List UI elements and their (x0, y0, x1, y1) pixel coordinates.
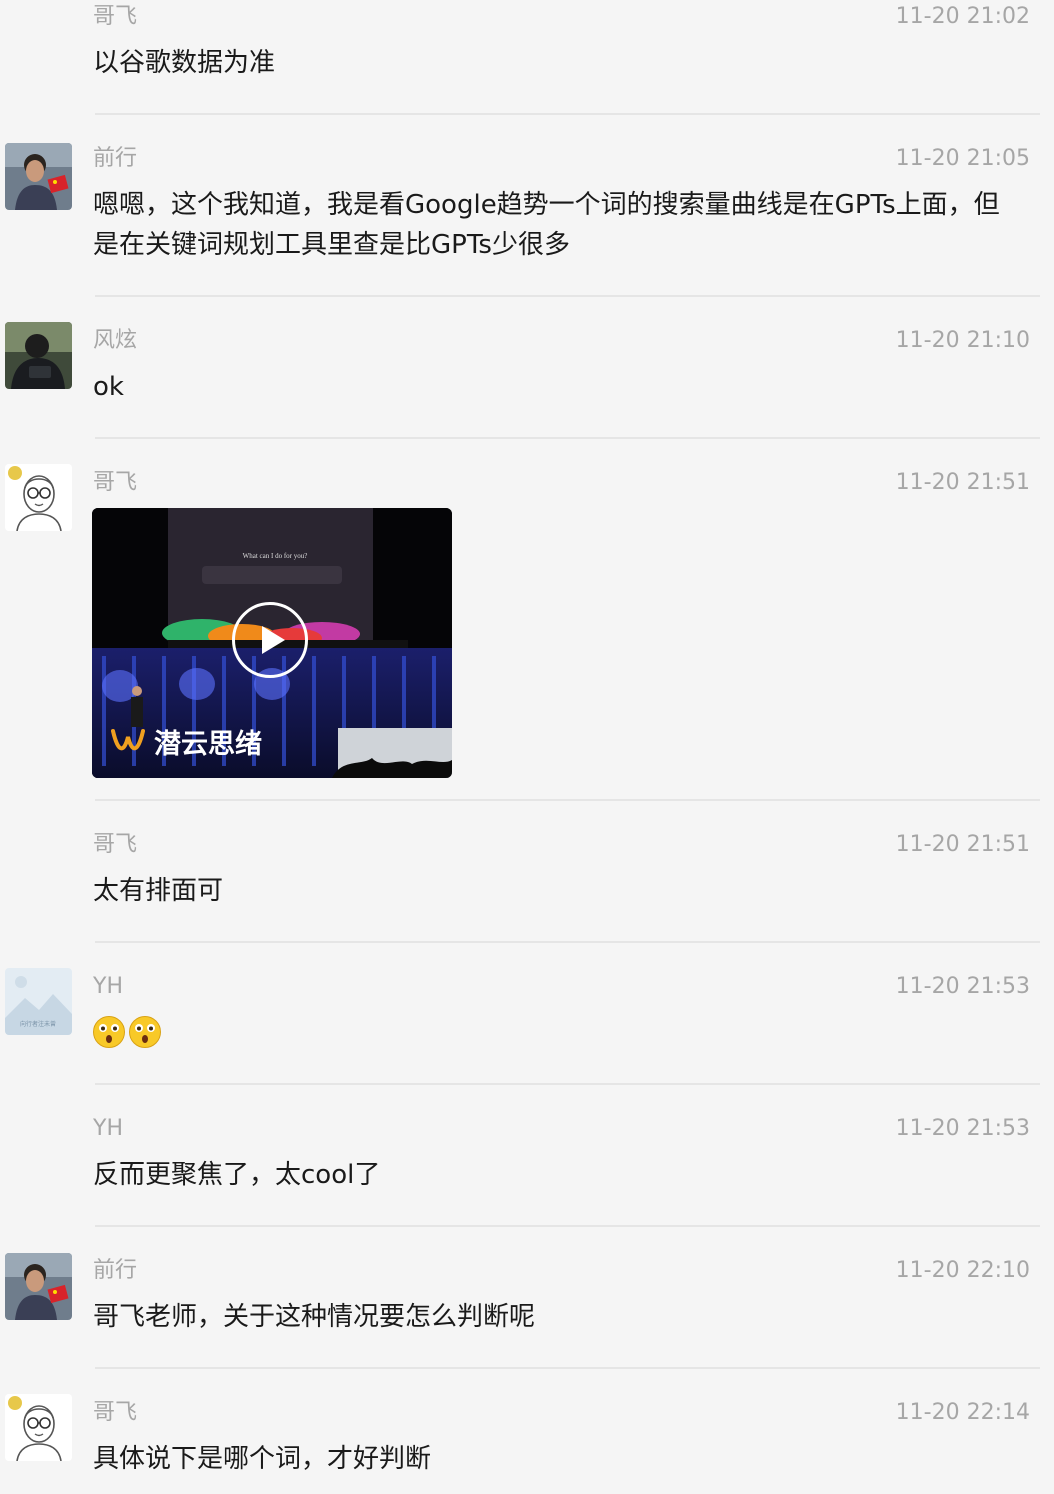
message-text[interactable]: 哥飞老师，关于这种情况要怎么判断呢 (93, 1297, 1013, 1337)
message-text[interactable]: 反而更聚焦了，太cool了 (93, 1155, 1013, 1195)
video-watermark-text: 潜云思绪 (154, 729, 262, 760)
message-time: 11-20 21:02 (895, 4, 1030, 29)
message-divider (95, 1083, 1040, 1085)
message-text[interactable]: 具体说下是哪个词，才好判断 (93, 1439, 1013, 1479)
sender-name[interactable]: YH (93, 973, 123, 1001)
astonished-face-icon (129, 1016, 161, 1048)
message-time: 11-20 22:10 (895, 1258, 1030, 1283)
message-text[interactable]: 太有排面可 (93, 871, 1013, 911)
avatar[interactable]: 向行者注未曾 (5, 968, 72, 1035)
message-time: 11-20 21:53 (895, 974, 1030, 999)
message-time: 11-20 21:05 (895, 146, 1030, 171)
message-time: 11-20 22:14 (895, 1400, 1030, 1425)
message-text[interactable]: 嗯嗯，这个我知道，我是看Google趋势一个词的搜索量曲线是在GPTs上面，但是… (93, 185, 1013, 265)
message-time: 11-20 21:53 (895, 1116, 1030, 1141)
video-watermark: 潜云思绪 (110, 722, 262, 761)
message-divider (95, 1225, 1040, 1227)
message-divider (95, 437, 1040, 439)
message-divider (95, 295, 1040, 297)
message-divider (95, 941, 1040, 943)
message-divider (95, 1367, 1040, 1369)
watermark-logo-icon (111, 728, 145, 750)
avatar[interactable] (5, 322, 72, 389)
sender-name[interactable]: YH (93, 1115, 123, 1143)
message-text[interactable]: 以谷歌数据为准 (93, 43, 1013, 83)
avatar[interactable] (5, 1253, 72, 1320)
astonished-face-icon (93, 1016, 125, 1048)
message-text[interactable]: ok (93, 367, 1013, 407)
sender-name[interactable]: 前行 (93, 145, 137, 173)
video-thumbnail[interactable]: What can I do for you? 潜云思绪 (92, 508, 452, 778)
sender-name[interactable]: 哥飞 (93, 1399, 137, 1427)
avatar[interactable] (5, 143, 72, 210)
message-time: 11-20 21:51 (895, 832, 1030, 857)
avatar[interactable] (5, 464, 72, 531)
sender-name[interactable]: 风炫 (93, 327, 137, 355)
message-divider (95, 113, 1040, 115)
video-screen-prompt: What can I do for you? (243, 552, 308, 560)
avatar-caption: 向行者注未曾 (20, 1020, 56, 1028)
sender-name[interactable]: 哥飞 (93, 469, 137, 497)
avatar[interactable] (5, 1394, 72, 1461)
sender-name[interactable]: 哥飞 (93, 831, 137, 859)
emoji-row[interactable] (92, 1015, 164, 1049)
message-time: 11-20 21:10 (895, 328, 1030, 353)
sender-name[interactable]: 哥飞 (93, 3, 137, 31)
play-icon[interactable] (232, 602, 308, 678)
message-time: 11-20 21:51 (895, 470, 1030, 495)
sender-name[interactable]: 前行 (93, 1257, 137, 1285)
message-divider (95, 799, 1040, 801)
